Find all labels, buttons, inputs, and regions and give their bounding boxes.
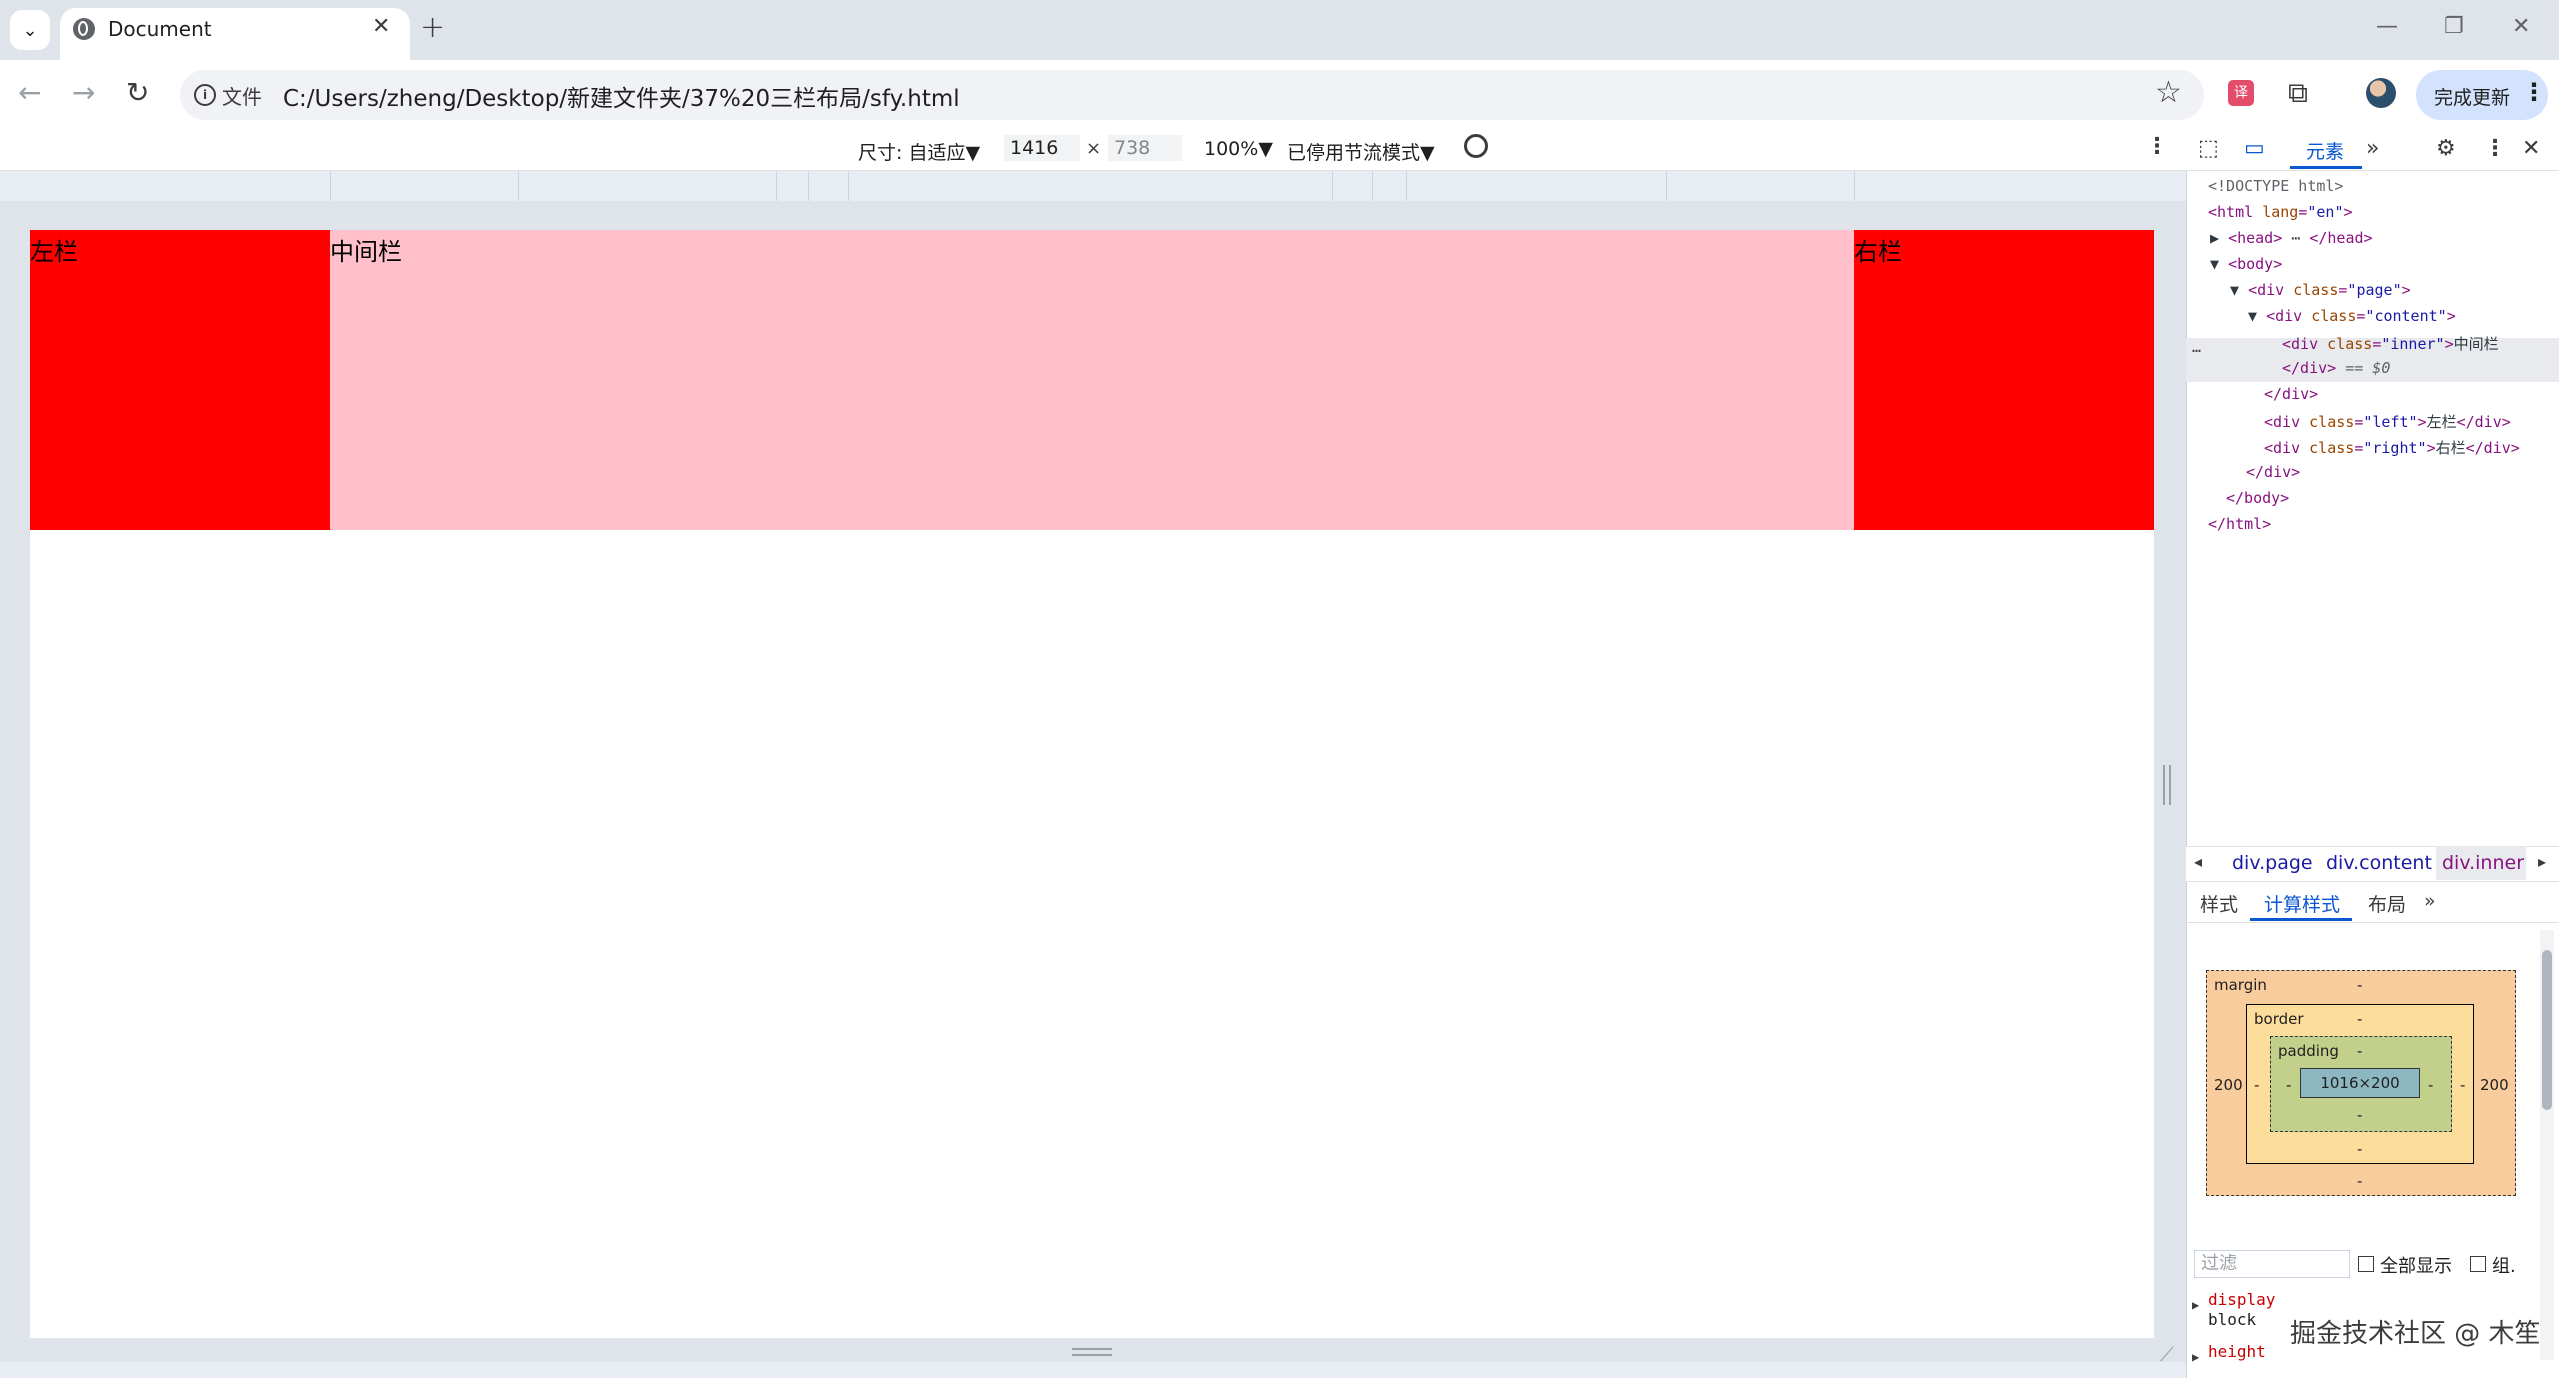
update-button-label: 完成更新 (2434, 87, 2511, 109)
settings-gear-icon[interactable]: ⚙ (2436, 136, 2456, 161)
padding-bottom-value[interactable]: - (2357, 1106, 2362, 1124)
dom-div-inner[interactable]: <div class="inner">中间栏 (2282, 333, 2499, 354)
tab-elements[interactable]: 元素 (2306, 137, 2344, 164)
dom-div-page-close[interactable]: </div> (2246, 463, 2300, 481)
computed-prop-name[interactable]: display (2208, 1290, 2275, 1309)
bottom-strip (0, 1362, 2186, 1378)
close-window-icon[interactable]: ✕ (2512, 14, 2530, 39)
subtabs-more-icon[interactable]: » (2424, 890, 2436, 912)
breadcrumb-item[interactable]: div.content (2326, 852, 2432, 874)
breadcrumb-right-arrow-icon[interactable]: ▸ (2538, 852, 2546, 871)
url-scheme-label: 文件 (222, 85, 262, 109)
expand-arrow-icon[interactable]: ▶ (2192, 1298, 2199, 1312)
throttle-dropdown[interactable]: 已停用节流模式▼ (1287, 138, 1435, 165)
more-tabs-icon[interactable]: » (2366, 136, 2379, 161)
dom-div-left[interactable]: <div class="left">左栏</div> (2264, 411, 2511, 432)
padding-left-value[interactable]: - (2286, 1076, 2291, 1094)
device-toggle-icon[interactable]: ▭ (2244, 136, 2265, 161)
tab-computed-underline (2250, 918, 2352, 921)
tab-search-dropdown-icon[interactable]: ⌄ (10, 10, 50, 50)
dom-body-close[interactable]: </body> (2226, 489, 2289, 507)
padding-top-value[interactable]: - (2357, 1042, 2362, 1060)
margin-left-value[interactable]: 200 (2214, 1076, 2243, 1094)
tab-elements-underline (2290, 166, 2362, 169)
viewport-height-input[interactable]: 738 (1108, 135, 1182, 161)
border-label: border (2254, 1010, 2304, 1028)
dom-div-page[interactable]: ▼ <div class="page"> (2230, 281, 2411, 299)
dom-div-inner-close[interactable]: </div> == $0 (2282, 359, 2390, 377)
zoom-dropdown[interactable]: 100%▼ (1204, 138, 1273, 160)
dimensions-dropdown[interactable]: 尺寸: 自适应▼ (858, 138, 980, 165)
dom-div-right[interactable]: <div class="right">右栏</div> (2264, 437, 2520, 458)
tab-title: Document (108, 17, 212, 41)
show-all-label: 全部显示 (2380, 1256, 2452, 1277)
tab-styles[interactable]: 样式 (2200, 890, 2238, 917)
translate-extension-icon[interactable]: 译 (2228, 80, 2254, 106)
dom-div-content[interactable]: ▼ <div class="content"> (2248, 307, 2456, 325)
padding-right-value[interactable]: - (2428, 1076, 2433, 1094)
dom-doctype[interactable]: <!DOCTYPE html> (2208, 177, 2343, 195)
right-column-label: 右栏 (1854, 238, 1902, 266)
dimension-separator: × (1086, 138, 1102, 159)
border-left-value[interactable]: - (2254, 1076, 2259, 1094)
reload-icon[interactable]: ↻ (126, 76, 149, 109)
computed-prop-value: block (2208, 1310, 2257, 1329)
viewport-width-input[interactable]: 1416 (1004, 135, 1080, 161)
left-column: 左栏 (30, 230, 330, 530)
inspect-element-icon[interactable]: ⬚ (2198, 136, 2219, 161)
middle-column-label: 中间栏 (330, 238, 402, 266)
margin-label: margin (2214, 976, 2267, 994)
right-column: 右栏 (1854, 230, 2154, 530)
dom-head[interactable]: ▶ <head> ⋯ </head> (2210, 229, 2373, 247)
back-icon[interactable]: ← (18, 76, 41, 109)
devtools-close-icon[interactable]: ✕ (2522, 136, 2540, 161)
devtools-menu-icon[interactable]: ⋮ (2484, 136, 2506, 161)
computed-filter-input[interactable]: 过滤 (2194, 1250, 2350, 1278)
media-query-ruler[interactable] (0, 171, 2186, 201)
device-toolbar-more-icon[interactable]: ⋮ (2146, 134, 2168, 159)
profile-avatar[interactable] (2366, 78, 2396, 108)
restore-icon[interactable]: ❐ (2444, 14, 2464, 39)
dom-body[interactable]: ▼ <body> (2210, 255, 2282, 273)
dom-div-content-close[interactable]: </div> (2264, 385, 2318, 403)
dom-row-dots[interactable]: … (2192, 338, 2201, 356)
minimize-icon[interactable]: — (2376, 14, 2398, 39)
expand-arrow-icon[interactable]: ▶ (2192, 1350, 2199, 1364)
breadcrumb-item-active[interactable]: div.inner (2442, 852, 2524, 874)
border-bottom-value[interactable]: - (2357, 1140, 2362, 1158)
url-text[interactable]: C:/Users/zheng/Desktop/新建文件夹/37%20三栏布局/s… (283, 79, 960, 113)
padding-label: padding (2278, 1042, 2339, 1060)
group-checkbox[interactable] (2470, 1256, 2486, 1272)
new-tab-button[interactable]: + (420, 10, 445, 45)
dom-tree: <!DOCTYPE html> <html lang="en"> ▶ <head… (2186, 175, 2559, 535)
tab-close-icon[interactable]: ✕ (372, 14, 390, 39)
watermark: 掘金技术社区 @ 木笙 (2290, 1319, 2541, 1349)
border-right-value[interactable]: - (2460, 1076, 2465, 1094)
globe-icon (73, 18, 95, 40)
browser-menu-icon[interactable]: ⋮ (2522, 78, 2546, 106)
devtools-scroll-thumb[interactable] (2542, 950, 2552, 1110)
margin-bottom-value[interactable]: - (2357, 1172, 2362, 1190)
computed-prop-name[interactable]: height (2208, 1342, 2266, 1361)
breadcrumb-left-arrow-icon[interactable]: ◂ (2194, 852, 2202, 871)
margin-right-value[interactable]: 200 (2480, 1076, 2509, 1094)
tab-layout[interactable]: 布局 (2368, 890, 2406, 917)
show-all-checkbox[interactable] (2358, 1256, 2374, 1272)
forward-icon[interactable]: → (72, 76, 95, 109)
dom-html-close[interactable]: </html> (2208, 515, 2271, 533)
margin-top-value[interactable]: - (2357, 976, 2362, 994)
bookmark-star-icon[interactable]: ☆ (2155, 75, 2182, 110)
border-top-value[interactable]: - (2357, 1010, 2362, 1028)
extensions-puzzle-icon[interactable]: ⧉ (2288, 76, 2308, 110)
dom-html[interactable]: <html lang="en"> (2208, 203, 2353, 221)
middle-column: 中间栏 (330, 230, 1854, 530)
viewport-bottom-resize-handle[interactable] (1072, 1348, 1112, 1356)
left-column-label: 左栏 (30, 238, 78, 266)
breadcrumb-item[interactable]: div.page (2232, 852, 2313, 874)
site-info-icon[interactable]: i (194, 84, 216, 106)
group-label: 组. (2492, 1256, 2516, 1277)
viewport-resize-handle[interactable] (2163, 765, 2171, 805)
box-model-content-size[interactable]: 1016×200 (2300, 1068, 2420, 1098)
tab-computed[interactable]: 计算样式 (2264, 890, 2340, 917)
